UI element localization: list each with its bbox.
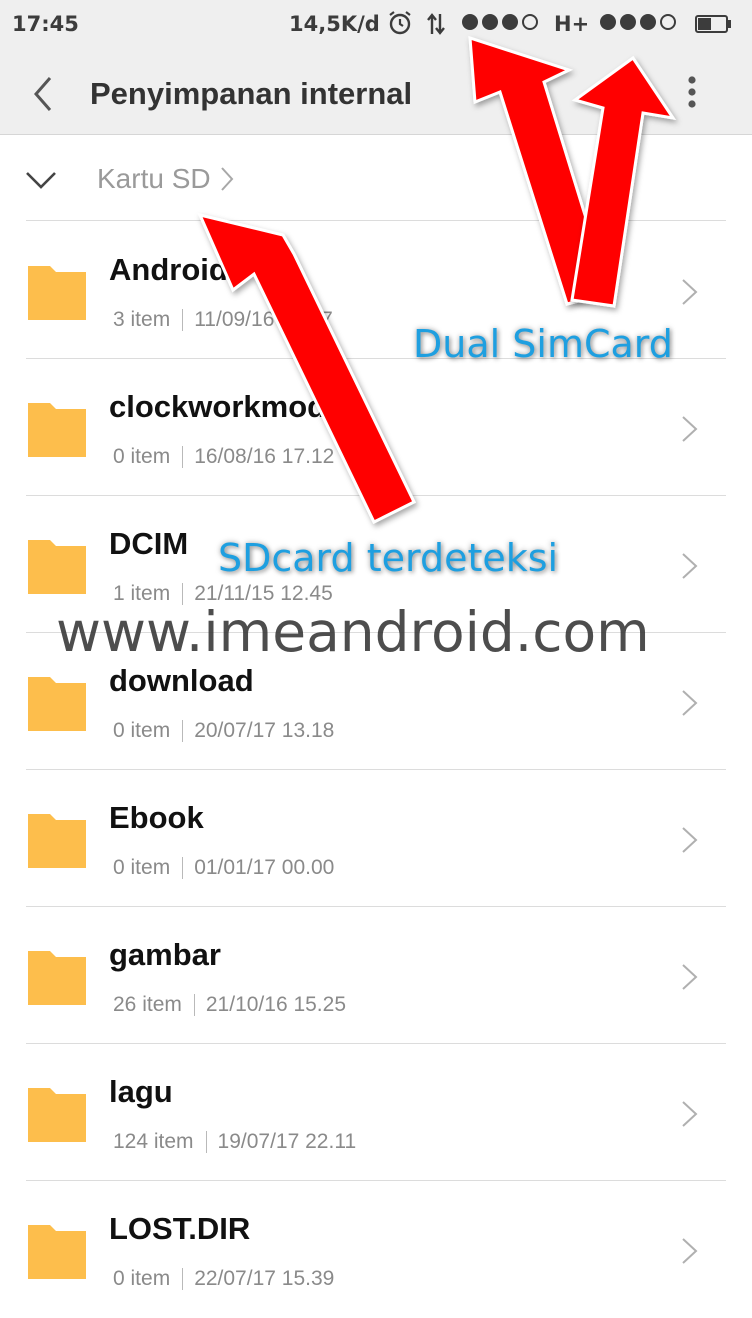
list-item[interactable]: lagu 124 item 19/07/17 22.11	[0, 1044, 752, 1181]
list-item[interactable]: LOST.DIR 0 item 22/07/17 15.39	[0, 1181, 752, 1318]
folder-meta: 0 item 20/07/17 13.18	[113, 719, 334, 743]
folder-icon	[28, 1088, 86, 1142]
list-item[interactable]: clockworkmod 0 item 16/08/16 17.12	[0, 359, 752, 496]
item-count: 124 item	[113, 1130, 194, 1153]
back-chevron-icon[interactable]	[22, 72, 66, 116]
folder-name: Ebook	[109, 800, 204, 835]
watermark: www.imeandroid.com	[56, 600, 650, 664]
chevron-right-icon	[682, 827, 698, 853]
app-header: Penyimpanan internal	[0, 52, 752, 135]
folder-name: clockworkmod	[109, 389, 327, 424]
item-count: 0 item	[113, 719, 171, 742]
folder-list: Android 3 item 11/09/16 03.17 clockworkmo…	[0, 222, 752, 1318]
modified-date: 16/08/16 17.12	[194, 445, 335, 468]
chevron-right-icon	[682, 1101, 698, 1127]
modified-date: 20/07/17 13.18	[194, 719, 335, 742]
status-time: 17:45	[12, 12, 79, 36]
alarm-icon	[389, 11, 411, 35]
modified-date: 11/09/16 03.17	[194, 308, 333, 331]
folder-meta: 0 item 16/08/16 17.12	[113, 445, 334, 469]
folder-meta: 26 item 21/10/16 15.25	[113, 993, 346, 1017]
chevron-down-icon[interactable]	[22, 161, 60, 199]
item-count: 26 item	[113, 993, 182, 1016]
item-count: 0 item	[113, 856, 171, 879]
signal-icon	[462, 14, 538, 30]
folder-meta: 3 item 11/09/16 03.17	[113, 308, 333, 332]
battery-icon	[695, 15, 731, 33]
breadcrumb-item-sdcard[interactable]: Kartu SD	[97, 163, 235, 195]
item-count: 3 item	[113, 308, 171, 331]
modified-date: 21/10/16 15.25	[205, 993, 347, 1016]
chevron-right-icon	[682, 416, 698, 442]
item-count: 0 item	[113, 1267, 171, 1290]
annotation-dual-sim: Dual SimCard	[413, 322, 673, 366]
chevron-right-icon	[682, 553, 698, 579]
folder-icon	[28, 677, 86, 731]
folder-name: DCIM	[109, 526, 189, 561]
folder-meta: 0 item 22/07/17 15.39	[113, 1267, 334, 1291]
folder-name: download	[109, 663, 254, 698]
folder-icon	[28, 951, 86, 1005]
status-network-speed: 14,5K/d	[289, 12, 380, 36]
item-count: 0 item	[113, 445, 171, 468]
folder-name: Android	[109, 252, 228, 287]
folder-icon	[28, 540, 86, 594]
folder-icon	[28, 266, 86, 320]
more-vertical-icon[interactable]	[676, 72, 708, 116]
chevron-right-icon	[220, 167, 233, 191]
data-transfer-icon	[427, 13, 445, 35]
breadcrumb-label: Kartu SD	[97, 163, 211, 194]
network-type: H+	[554, 12, 590, 36]
folder-meta: 0 item 01/01/17 00.00	[113, 856, 334, 880]
folder-icon	[28, 1225, 86, 1279]
chevron-right-icon	[682, 690, 698, 716]
modified-date: 01/01/17 00.00	[194, 856, 335, 879]
list-item[interactable]: gambar 26 item 21/10/16 15.25	[0, 907, 752, 1044]
chevron-right-icon	[682, 964, 698, 990]
modified-date: 22/07/17 15.39	[194, 1267, 335, 1290]
folder-name: gambar	[109, 937, 221, 972]
folder-name: lagu	[109, 1074, 173, 1109]
page-title: Penyimpanan internal	[90, 76, 413, 111]
folder-icon	[28, 814, 86, 868]
breadcrumb: Kartu SD	[0, 135, 752, 221]
chevron-right-icon	[682, 1238, 698, 1264]
modified-date: 19/07/17 22.11	[217, 1130, 357, 1153]
list-item[interactable]: Ebook 0 item 01/01/17 00.00	[0, 770, 752, 907]
signal-icon	[600, 14, 676, 30]
folder-icon	[28, 403, 86, 457]
annotation-sdcard: SDcard terdeteksi	[218, 536, 559, 580]
folder-meta: 124 item 19/07/17 22.11	[113, 1130, 356, 1154]
divider	[26, 220, 726, 221]
chevron-right-icon	[682, 279, 698, 305]
status-bar: 17:45 14,5K/d H+	[0, 0, 752, 52]
folder-name: LOST.DIR	[109, 1211, 251, 1246]
